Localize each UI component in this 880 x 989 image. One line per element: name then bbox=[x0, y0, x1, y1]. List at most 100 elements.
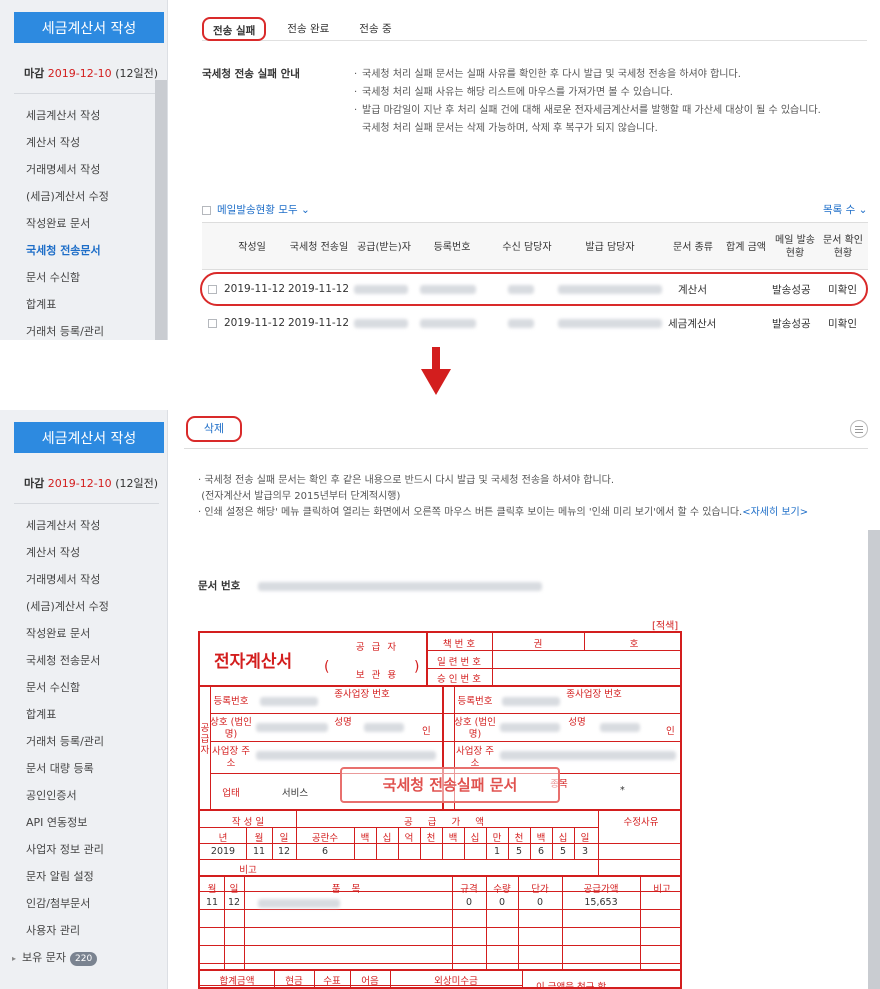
table-row[interactable]: 2019-11-12 2019-11-12 계산서 발송성공 미확인 bbox=[200, 272, 868, 306]
note-line: (전자계산서 발급의무 2015년부터 단계적시행) bbox=[198, 489, 860, 505]
deadline-date: 2019-12-10 bbox=[47, 67, 112, 80]
item-day: 12 bbox=[227, 897, 241, 908]
row-mail-status: 발송성공 bbox=[772, 317, 811, 330]
supplier-ceo-label: 성명 bbox=[334, 717, 352, 728]
table-row[interactable]: 2019-11-12 2019-11-12 세금계산서 발송성공 미확인 bbox=[202, 306, 868, 340]
year-label: 년 bbox=[218, 833, 228, 844]
supplier-addr-label: 사업장 주소 bbox=[212, 746, 250, 769]
col-total: 합계 금액 bbox=[726, 241, 766, 253]
sidebar-item-completed[interactable]: 작성완료 문서 bbox=[0, 210, 167, 237]
supplier-side-label: 공급자 bbox=[200, 723, 210, 756]
tab-send-failed[interactable]: 전송 실패 bbox=[202, 17, 267, 41]
sidebar-item-statement[interactable]: 거래명세서 작성 bbox=[0, 156, 167, 183]
blurred-value bbox=[364, 723, 404, 732]
amount-digit: 5 bbox=[559, 846, 567, 857]
status-tabs: 전송 실패 전송 완료 전송 중 bbox=[202, 17, 867, 41]
create-tax-invoice-button[interactable]: 세금계산서 작성 bbox=[14, 12, 164, 43]
sidebar-item-invoice[interactable]: 계산서 작성 bbox=[0, 539, 167, 566]
mail-filter-label: 메일발송현황 모두 bbox=[217, 204, 298, 216]
blurred-value bbox=[256, 723, 328, 732]
more-info-link[interactable]: <자세히 보기> bbox=[742, 507, 808, 518]
supplier-biz-type-value: 서비스 bbox=[281, 788, 309, 799]
select-all-checkbox[interactable] bbox=[202, 205, 211, 215]
sidebar-item-modify[interactable]: (세금)계산서 수정 bbox=[0, 183, 167, 210]
sidebar-item-partners[interactable]: 거래처 등록/관리 bbox=[0, 318, 167, 340]
date-divider bbox=[272, 827, 273, 859]
note-text: 인쇄 설정은 해당' 메뉴 클릭하여 열리는 화면에서 오른쪽 마우스 버튼 클… bbox=[204, 507, 743, 518]
gwon-label: 권 bbox=[533, 639, 543, 650]
claim-text: 이 금액을 청구 함 bbox=[536, 982, 607, 989]
col-reg-no: 등록번호 bbox=[433, 241, 471, 253]
row-checkbox[interactable] bbox=[208, 284, 217, 294]
mail-filter[interactable]: 메일발송현황 모두 ⌄ bbox=[202, 202, 310, 217]
sidebar-item-users[interactable]: 사용자 관리 bbox=[0, 917, 167, 944]
detail-notes: · 국세청 전송 실패 문서는 확인 후 같은 내용으로 반드시 다시 발급 및… bbox=[198, 473, 860, 521]
sms-balance-label: 보유 문자 bbox=[22, 951, 66, 964]
sidebar-item-inbox[interactable]: 문서 수신함 bbox=[0, 264, 167, 291]
col-date: 작성일 bbox=[238, 241, 266, 253]
blank-count-label: 공란수 bbox=[311, 833, 339, 844]
create-tax-invoice-button[interactable]: 세금계산서 작성 bbox=[14, 422, 164, 453]
sidebar-item-bulk-upload[interactable]: 문서 대량 등록 bbox=[0, 755, 167, 782]
sidebar-item-api[interactable]: API 연동정보 bbox=[0, 809, 167, 836]
sidebar-item-certificate[interactable]: 공인인증서 bbox=[0, 782, 167, 809]
notice-line: 국세청 처리 실패 문서는 삭제 가능하며, 삭제 후 복구가 되지 않습니다. bbox=[362, 123, 658, 134]
supplier-name-label: 상호 (법인명) bbox=[210, 717, 252, 740]
approval-label: 승 인 번 호 bbox=[436, 674, 482, 685]
sidebar-item-summary[interactable]: 합계표 bbox=[0, 291, 167, 318]
more-menu-icon[interactable] bbox=[850, 420, 868, 438]
tab-sending[interactable]: 전송 중 bbox=[350, 17, 400, 41]
sidebar-item-nts-sent[interactable]: 국세청 전송문서 bbox=[0, 237, 167, 264]
chevron-down-icon: ⌄ bbox=[858, 204, 868, 216]
sidebar-item-sms-settings[interactable]: 문자 알림 설정 bbox=[0, 863, 167, 890]
blurred-value bbox=[600, 723, 640, 732]
sidebar-item-partners[interactable]: 거래처 등록/관리 bbox=[0, 728, 167, 755]
digit-place-label: 백 bbox=[360, 833, 370, 844]
digit-place-label: 십 bbox=[558, 833, 568, 844]
cash-header: 현금 bbox=[285, 976, 303, 987]
sidebar-scrollbar[interactable] bbox=[155, 80, 167, 340]
paren-close: ) bbox=[414, 659, 420, 675]
deadline-remaining: (12일전) bbox=[115, 477, 159, 490]
list-count-select[interactable]: 목록 수 ⌄ bbox=[823, 202, 867, 217]
deadline-date: 2019-12-10 bbox=[47, 477, 112, 490]
sidebar-item-nts-sent[interactable]: 국세청 전송문서 bbox=[0, 647, 167, 674]
sidebar-item-tax-invoice[interactable]: 세금계산서 작성 bbox=[0, 512, 167, 539]
sidebar-item-modify[interactable]: (세금)계산서 수정 bbox=[0, 593, 167, 620]
note-text: 국세청 전송 실패 문서는 확인 후 같은 내용으로 반드시 다시 발급 및 국… bbox=[204, 475, 615, 486]
item-month: 11 bbox=[205, 897, 219, 908]
sidebar-item-inbox[interactable]: 문서 수신함 bbox=[0, 674, 167, 701]
digit-place-label: 억 bbox=[404, 833, 414, 844]
sidebar-menu: 세금계산서 작성 계산서 작성 거래명세서 작성 (세금)계산서 수정 작성완료… bbox=[0, 512, 167, 971]
invoice-form: 전자계산서 ( 공 급 자 보 관 용 ) 책 번 호 권 호 일 련 번 호 … bbox=[198, 631, 682, 989]
col-sent-date: 국세청 전송일 bbox=[289, 241, 349, 253]
sidebar-item-summary[interactable]: 합계표 bbox=[0, 701, 167, 728]
serial-label: 일 련 번 호 bbox=[436, 657, 482, 668]
sidebar-item-completed[interactable]: 작성완료 문서 bbox=[0, 620, 167, 647]
sidebar-item-invoice[interactable]: 계산서 작성 bbox=[0, 129, 167, 156]
sidebar-item-statement[interactable]: 거래명세서 작성 bbox=[0, 566, 167, 593]
sidebar-item-sms-balance[interactable]: ▸ 보유 문자 220 bbox=[0, 944, 167, 971]
book-no-label: 책 번 호 bbox=[442, 639, 476, 650]
row-date: 2019-11-12 bbox=[224, 317, 286, 329]
item-memo-header: 비고 bbox=[653, 884, 671, 895]
row-confirm-status: 미확인 bbox=[828, 283, 857, 296]
page-scrollbar[interactable] bbox=[868, 530, 880, 989]
buyer-reg-label: 등록번호 bbox=[457, 696, 493, 707]
delete-button[interactable]: 삭제 bbox=[186, 416, 242, 442]
deadline-label: 마감 bbox=[24, 67, 45, 80]
row-sent-date: 2019-11-12 bbox=[288, 283, 350, 295]
deadline-label: 마감 bbox=[24, 477, 45, 490]
item-price-header: 단가 bbox=[531, 884, 549, 895]
sidebar-item-seal[interactable]: 인감/첨부문서 bbox=[0, 890, 167, 917]
amount-digit: 3 bbox=[581, 846, 589, 857]
notice-line: 국세청 처리 실패 문서는 실패 사유를 확인한 후 다시 발급 및 국세청 전… bbox=[354, 66, 864, 84]
item-amount: 15,653 bbox=[584, 897, 618, 908]
row-checkbox[interactable] bbox=[208, 318, 217, 328]
sidebar-item-business-info[interactable]: 사업자 정보 관리 bbox=[0, 836, 167, 863]
year-value: 2019 bbox=[210, 846, 236, 857]
blurred-value bbox=[500, 723, 560, 732]
doc-number-row: 문서 번호 bbox=[198, 578, 543, 593]
tab-send-complete[interactable]: 전송 완료 bbox=[278, 17, 338, 41]
sidebar-item-tax-invoice[interactable]: 세금계산서 작성 bbox=[0, 102, 167, 129]
